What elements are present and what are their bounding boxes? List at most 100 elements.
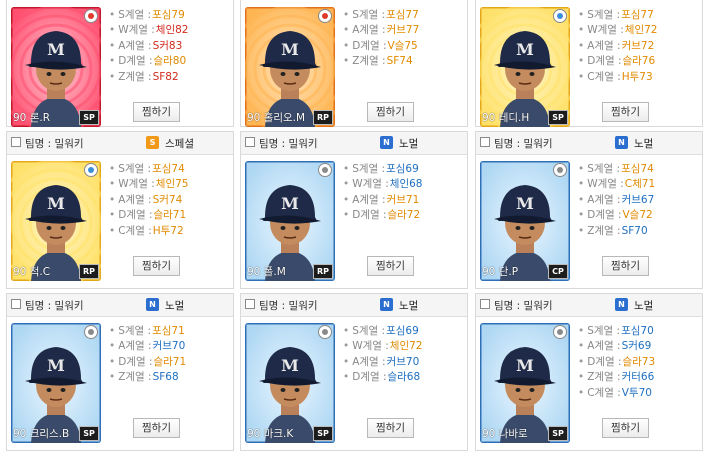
svg-text:M: M <box>47 194 65 213</box>
select-checkbox[interactable] <box>11 299 21 309</box>
stat-label: C계열 : <box>118 224 152 237</box>
pitch-stats-list: • S계열 :포심74 • W계열 :C체71 • A계열 :커브67 • D계열 :V슬72… <box>578 162 655 239</box>
player-card-image[interactable]: M 90 테디.H SP <box>480 7 570 127</box>
player-card-image[interactable]: M 90 크리스.B SP <box>11 323 101 443</box>
stat-row: • Z계열 :SF70 <box>578 224 655 239</box>
bullet: • <box>578 386 585 399</box>
rarity-icon <box>553 325 567 339</box>
favorite-button[interactable]: 찜하기 <box>602 256 649 276</box>
stat-label: A계열 : <box>587 39 621 52</box>
stat-label: Z계열 : <box>352 55 386 68</box>
player-card-image[interactable]: M 90 마크.K SP <box>245 323 335 443</box>
rarity-icon <box>318 325 332 339</box>
stat-row: • A계열 :커브71 <box>343 193 422 208</box>
svg-text:M: M <box>516 194 534 213</box>
player-name: 90 폴.M <box>247 266 286 278</box>
stat-value: SF82 <box>152 70 179 83</box>
favorite-button[interactable]: 찜하기 <box>367 256 414 276</box>
normal-type-icon: N <box>380 298 393 311</box>
stat-label: Z계열 : <box>587 224 621 237</box>
stat-value: H투72 <box>152 224 184 237</box>
rarity-icon <box>318 163 332 177</box>
favorite-button[interactable]: 찜하기 <box>133 418 180 438</box>
stat-row: • D계열 :슬라72 <box>343 208 422 223</box>
stat-row: • C계열 :H투72 <box>109 224 188 239</box>
favorite-button[interactable]: 찜하기 <box>133 102 180 122</box>
pitch-stats-list: • S계열 :포심70 • A계열 :S커69 • D계열 :슬라73 • Z계열 :커터66… <box>578 324 655 401</box>
bullet: • <box>109 24 116 37</box>
stat-row: • S계열 :포심74 <box>578 162 655 177</box>
player-portrait: M <box>480 161 570 281</box>
stat-row: • A계열 :커브77 <box>343 23 419 38</box>
player-cell: M 90 론.R SP • S계열 :포심79 • W계열 :체인82 • A계열 :S커83… <box>6 0 234 127</box>
stat-value: V슬75 <box>387 39 418 52</box>
stat-value: 포심74 <box>152 163 185 175</box>
position-badge: SP <box>548 426 568 441</box>
bullet: • <box>109 55 116 68</box>
favorite-button[interactable]: 찜하기 <box>602 102 649 122</box>
bullet: • <box>109 325 116 337</box>
stat-value: 커브77 <box>386 24 420 37</box>
stat-label: A계열 : <box>352 355 386 368</box>
player-cell: 팀명 : 밀워키 N 노멀 M 90 폴.M RP • S계열 :포심69 • W계열 :체인… <box>240 131 468 289</box>
team-name-label: 팀명 : 밀워키 <box>259 138 318 150</box>
bullet: • <box>109 178 116 191</box>
stat-row: • S계열 :포심74 <box>109 162 188 177</box>
card-type-label: 노멀 <box>634 138 654 150</box>
favorite-button[interactable]: 찜하기 <box>367 102 414 122</box>
player-name: 90 마크.K <box>247 428 294 440</box>
stat-value: 체인72 <box>624 24 658 37</box>
normal-type-icon: N <box>146 298 159 311</box>
rarity-dot <box>322 329 328 335</box>
favorite-button[interactable]: 찜하기 <box>602 418 649 438</box>
pitch-stats-list: • S계열 :포심69 • W계열 :체인68 • A계열 :커브71 • D계열 :슬라72 <box>343 162 422 224</box>
team-name-label: 팀명 : 밀워키 <box>259 300 318 312</box>
bullet: • <box>109 70 116 83</box>
player-card-image[interactable]: M 90 단.P CP <box>480 161 570 281</box>
stat-label: W계열 : <box>587 178 624 191</box>
rarity-icon <box>84 163 98 177</box>
stat-label: Z계열 : <box>587 371 621 384</box>
player-name: 90 나바로 <box>482 428 528 440</box>
bullet: • <box>578 178 585 191</box>
favorite-button[interactable]: 찜하기 <box>367 418 414 438</box>
card-type-label: 노멀 <box>634 300 654 312</box>
player-portrait: M <box>245 7 335 127</box>
stat-label: S계열 : <box>352 9 386 21</box>
rarity-dot <box>557 13 563 19</box>
stat-value: C체71 <box>624 178 656 191</box>
stat-value: 슬라71 <box>153 209 187 222</box>
stat-row: • A계열 :S커69 <box>578 339 655 354</box>
player-card-image[interactable]: M 90 척.C RP <box>11 161 101 281</box>
svg-text:M: M <box>281 356 299 375</box>
select-checkbox[interactable] <box>11 137 21 147</box>
stat-value: 커브71 <box>386 193 420 206</box>
special-type-icon: S <box>146 136 159 149</box>
player-portrait: M <box>11 161 101 281</box>
stat-value: SF74 <box>386 55 413 68</box>
stat-row: • W계열 :체인68 <box>343 177 422 192</box>
stat-row: • A계열 :커브70 <box>343 355 422 370</box>
favorite-button[interactable]: 찜하기 <box>133 256 180 276</box>
player-card-image[interactable]: M 90 나바로 SP <box>480 323 570 443</box>
stat-value: 커브70 <box>386 355 420 368</box>
player-card-image[interactable]: M 90 홀리오.M RP <box>245 7 335 127</box>
stat-label: S계열 : <box>118 325 152 337</box>
player-card-image[interactable]: M 90 론.R SP <box>11 7 101 127</box>
select-checkbox[interactable] <box>480 299 490 309</box>
bullet: • <box>343 24 350 37</box>
select-checkbox[interactable] <box>245 137 255 147</box>
stat-row: • A계열 :S커83 <box>109 39 188 54</box>
select-checkbox[interactable] <box>480 137 490 147</box>
stat-value: 슬라73 <box>622 355 656 368</box>
bullet: • <box>343 9 350 21</box>
stat-label: S계열 : <box>587 9 621 21</box>
position-badge: SP <box>548 110 568 125</box>
cell-header: 팀명 : 밀워키 N 노멀 <box>7 294 233 317</box>
player-cell: 팀명 : 밀워키 N 노멀 M 90 단.P CP • S계열 :포심74 • W계열 :C체… <box>475 131 703 289</box>
stat-value: S커69 <box>621 340 652 353</box>
stat-value: 포심69 <box>386 325 419 337</box>
select-checkbox[interactable] <box>245 299 255 309</box>
bullet: • <box>578 9 585 21</box>
player-card-image[interactable]: M 90 폴.M RP <box>245 161 335 281</box>
